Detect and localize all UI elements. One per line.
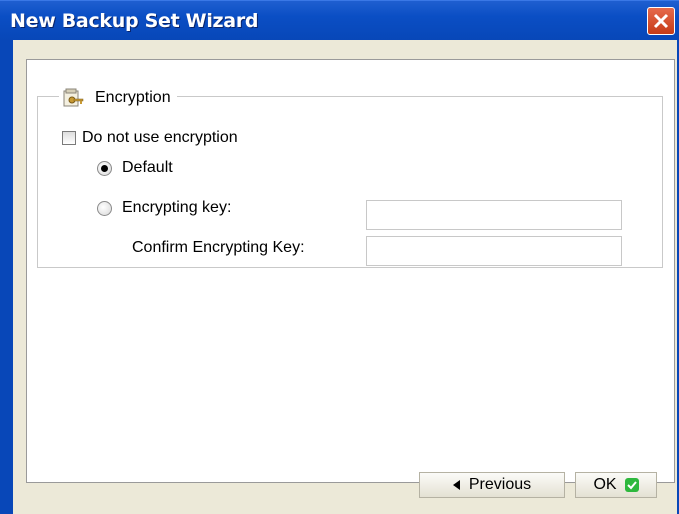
default-radio-row[interactable]: Default	[97, 159, 173, 177]
encrypting-key-label: Encrypting key:	[122, 199, 232, 216]
main-panel: Encryption Do not use encryption Default…	[26, 59, 675, 483]
window-frame-left	[0, 40, 13, 514]
green-check-icon	[624, 478, 639, 492]
confirm-key-row: Confirm Encrypting Key:	[132, 239, 305, 257]
close-icon	[653, 13, 669, 29]
ok-label: OK	[593, 476, 617, 493]
default-label: Default	[122, 159, 173, 176]
title-bar: New Backup Set Wizard	[0, 0, 679, 40]
encrypting-key-radio-row[interactable]: Encrypting key:	[97, 199, 231, 217]
ok-button[interactable]: OK	[575, 472, 657, 498]
confirm-key-input[interactable]	[366, 236, 622, 266]
encrypting-key-radio[interactable]	[97, 200, 112, 216]
do-not-use-encryption-checkbox[interactable]	[62, 131, 76, 145]
previous-label: Previous	[468, 476, 532, 493]
window-title: New Backup Set Wizard	[10, 10, 259, 32]
do-not-use-encryption-row[interactable]: Do not use encryption	[62, 129, 238, 147]
previous-button[interactable]: Previous	[419, 472, 565, 498]
encrypting-key-input[interactable]	[366, 200, 622, 230]
close-button[interactable]	[647, 7, 675, 35]
encryption-group-header: Encryption	[59, 86, 177, 110]
triangle-left-icon	[452, 480, 460, 490]
dialog-content: Encryption Do not use encryption Default…	[13, 40, 677, 514]
encryption-group-title: Encryption	[95, 89, 171, 106]
default-radio[interactable]	[97, 160, 112, 176]
key-folder-icon	[63, 88, 84, 107]
do-not-use-encryption-label: Do not use encryption	[82, 129, 238, 146]
confirm-key-label: Confirm Encrypting Key:	[132, 239, 305, 256]
